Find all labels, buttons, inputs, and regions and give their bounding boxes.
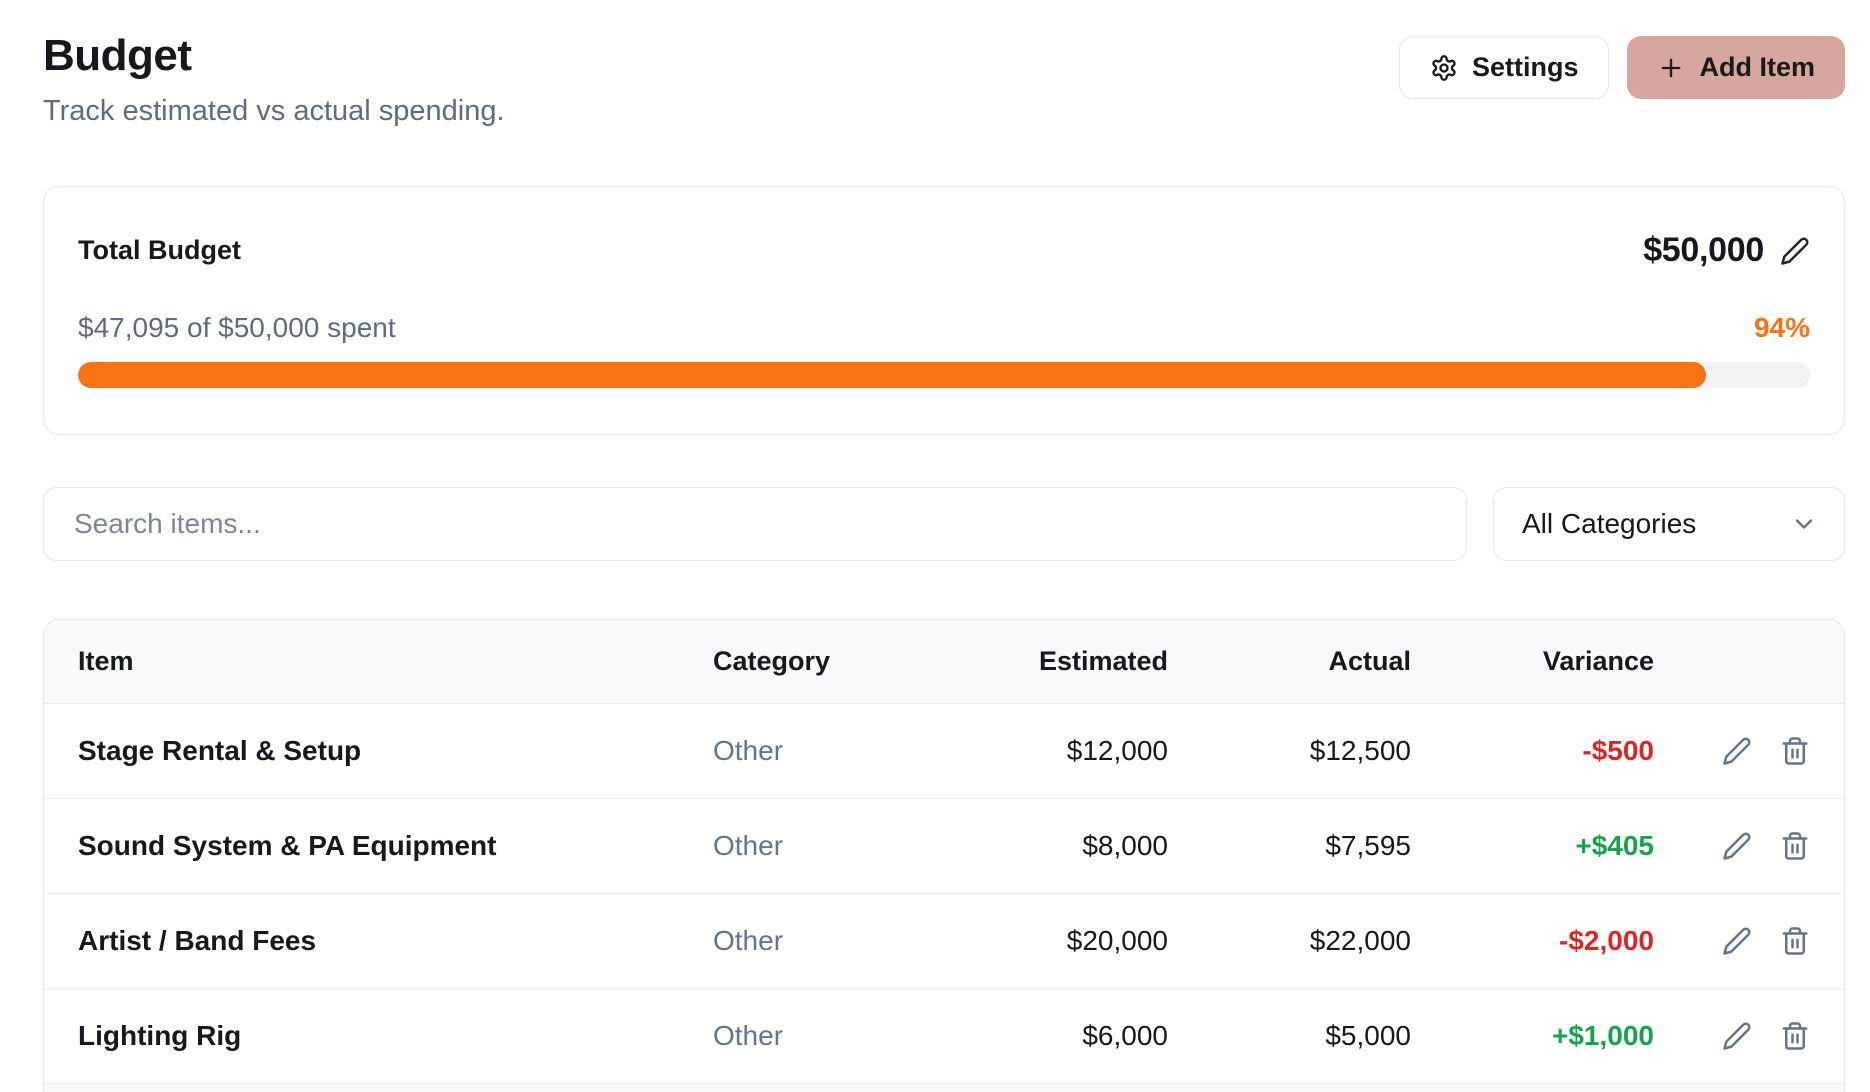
budget-items-table: Item Category Estimated Actual Variance … xyxy=(43,619,1845,1092)
item-actual: $12,500 xyxy=(1168,735,1411,767)
item-name: Lighting Rig xyxy=(78,1020,713,1052)
item-name: Stage Rental & Setup xyxy=(78,735,713,767)
add-item-button-label: Add Item xyxy=(1699,52,1815,83)
item-category: Other xyxy=(713,735,993,767)
item-variance: -$2,000 xyxy=(1411,925,1654,957)
edit-row-pencil-icon[interactable] xyxy=(1722,926,1752,956)
filter-row: All Categories xyxy=(43,487,1845,561)
page-header: Budget Track estimated vs actual spendin… xyxy=(43,28,1845,128)
item-category: Other xyxy=(713,925,993,957)
budget-page: Budget Track estimated vs actual spendin… xyxy=(0,0,1870,1092)
column-header-estimated: Estimated xyxy=(993,646,1168,677)
column-header-item: Item xyxy=(78,646,713,677)
table-row: Stage Rental & Setup Other $12,000 $12,5… xyxy=(44,704,1844,799)
item-category: Other xyxy=(713,1020,993,1052)
total-budget-card: Total Budget $50,000 $47,095 of $50,000 … xyxy=(43,186,1845,435)
page-heading: Budget Track estimated vs actual spendin… xyxy=(43,28,505,128)
budget-progress-bar xyxy=(78,362,1810,388)
chevron-down-icon xyxy=(1790,510,1818,538)
column-header-actual: Actual xyxy=(1168,646,1411,677)
page-subtitle: Track estimated vs actual spending. xyxy=(43,95,505,128)
total-budget-value: $50,000 xyxy=(1643,231,1764,270)
search-input[interactable] xyxy=(43,487,1467,561)
header-actions: Settings Add Item xyxy=(1399,36,1845,99)
add-item-button[interactable]: Add Item xyxy=(1627,36,1845,99)
delete-row-trash-icon[interactable] xyxy=(1780,926,1810,956)
category-dropdown[interactable]: All Categories xyxy=(1493,487,1845,561)
item-estimated: $12,000 xyxy=(993,735,1168,767)
item-variance: +$1,000 xyxy=(1411,1020,1654,1052)
progress-fill xyxy=(78,362,1706,388)
total-budget-label: Total Budget xyxy=(78,235,241,266)
page-title: Budget xyxy=(43,28,505,83)
settings-button-label: Settings xyxy=(1472,52,1579,83)
partially-visible-row xyxy=(44,1084,1844,1092)
edit-row-pencil-icon[interactable] xyxy=(1722,831,1752,861)
delete-row-trash-icon[interactable] xyxy=(1780,831,1810,861)
item-category: Other xyxy=(713,830,993,862)
item-variance: +$405 xyxy=(1411,830,1654,862)
gear-icon xyxy=(1430,54,1458,82)
item-variance: -$500 xyxy=(1411,735,1654,767)
table-row: Artist / Band Fees Other $20,000 $22,000… xyxy=(44,894,1844,989)
column-header-variance: Variance xyxy=(1411,646,1654,677)
spent-percent: 94% xyxy=(1754,312,1810,344)
spent-summary: $47,095 of $50,000 spent xyxy=(78,312,396,344)
table-row: Lighting Rig Other $6,000 $5,000 +$1,000 xyxy=(44,989,1844,1084)
plus-icon xyxy=(1657,54,1685,82)
category-dropdown-value: All Categories xyxy=(1522,508,1696,540)
table-header-row: Item Category Estimated Actual Variance xyxy=(44,620,1844,704)
item-name: Sound System & PA Equipment xyxy=(78,830,713,862)
delete-row-trash-icon[interactable] xyxy=(1780,1021,1810,1051)
column-header-category: Category xyxy=(713,646,993,677)
delete-row-trash-icon[interactable] xyxy=(1780,736,1810,766)
item-estimated: $8,000 xyxy=(993,830,1168,862)
edit-row-pencil-icon[interactable] xyxy=(1722,1021,1752,1051)
item-actual: $5,000 xyxy=(1168,1020,1411,1052)
item-estimated: $6,000 xyxy=(993,1020,1168,1052)
edit-budget-pencil-icon[interactable] xyxy=(1780,236,1810,266)
settings-button[interactable]: Settings xyxy=(1399,36,1610,99)
item-name: Artist / Band Fees xyxy=(78,925,713,957)
item-actual: $22,000 xyxy=(1168,925,1411,957)
table-row: Sound System & PA Equipment Other $8,000… xyxy=(44,799,1844,894)
item-estimated: $20,000 xyxy=(993,925,1168,957)
item-actual: $7,595 xyxy=(1168,830,1411,862)
edit-row-pencil-icon[interactable] xyxy=(1722,736,1752,766)
